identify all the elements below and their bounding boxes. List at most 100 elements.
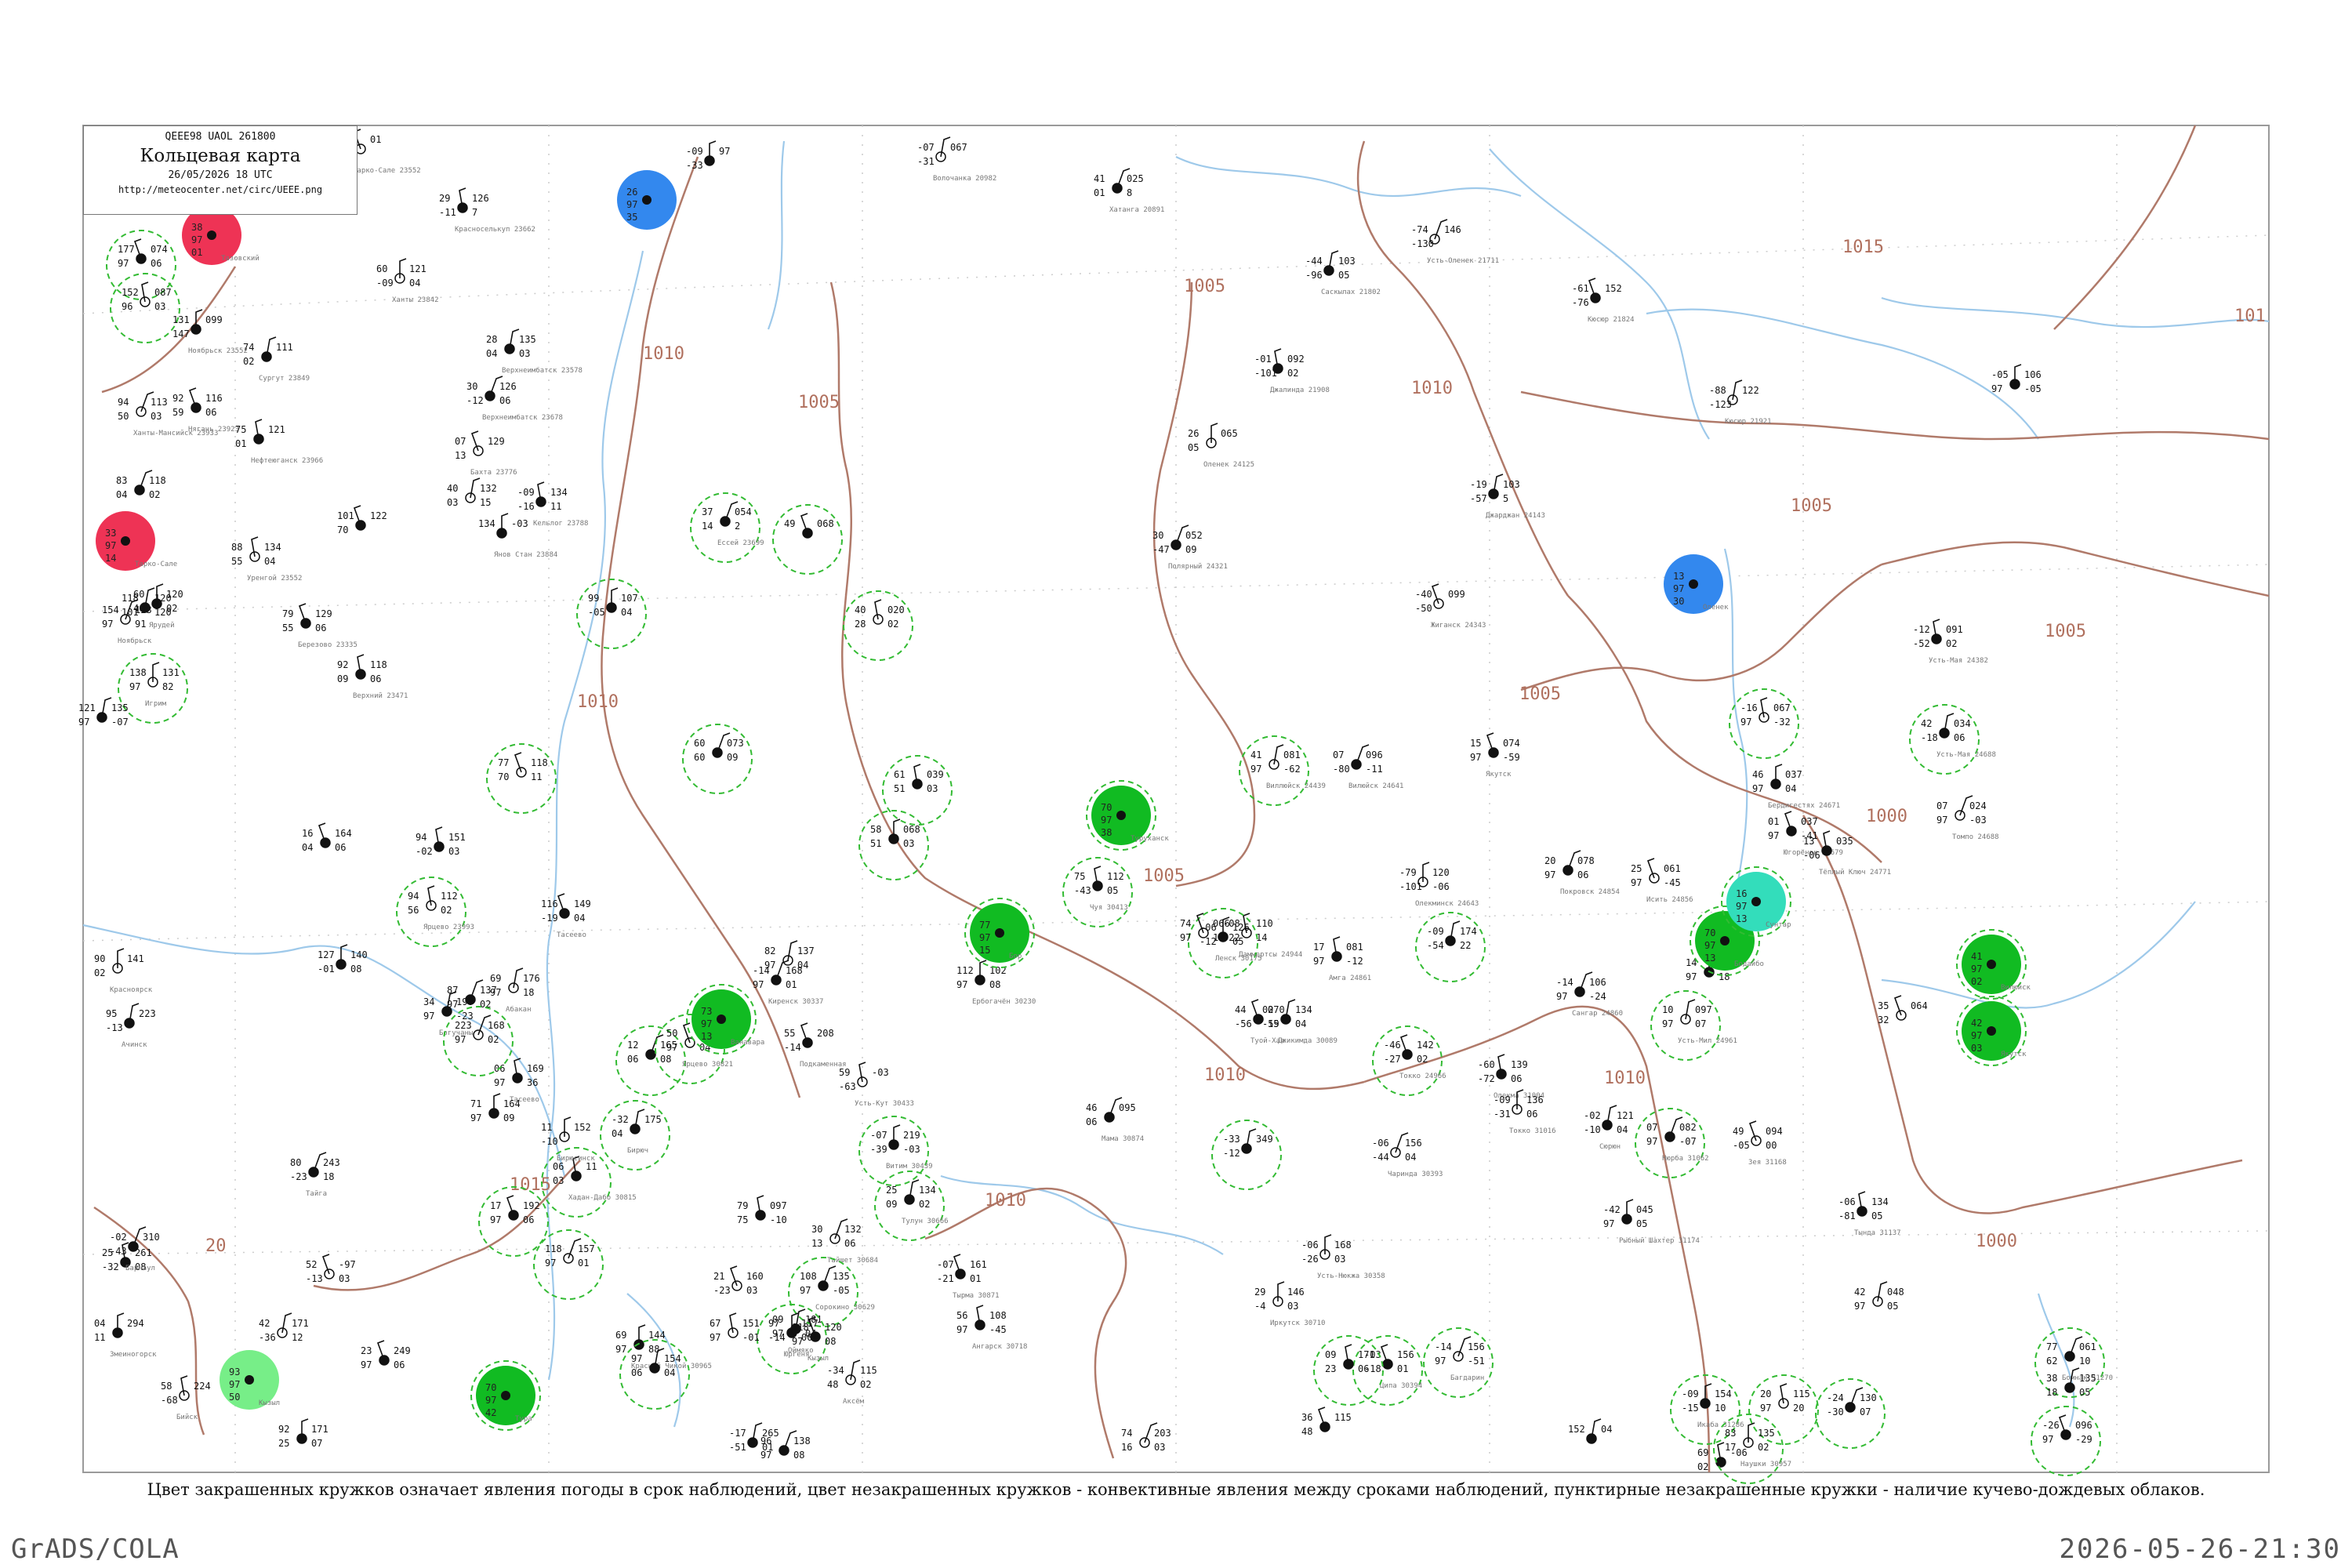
station-value: 97 (1631, 877, 1642, 888)
station-value: 06 (627, 1054, 638, 1065)
station-value: -81 (1838, 1210, 1856, 1221)
station-plot: 37 054 14 2 Ессей 23699 (690, 492, 764, 563)
station-value: 122 (370, 510, 387, 521)
station-value: -29 (2075, 1434, 2092, 1445)
station-value: 35 (626, 212, 637, 223)
station-value: 112 (1107, 871, 1124, 882)
station-value: 127 (318, 949, 335, 960)
station-value: 052 (1185, 530, 1203, 541)
station-value: 08 (350, 964, 361, 975)
station-value: 146 (1444, 224, 1461, 235)
station-value: 144 (648, 1330, 666, 1341)
station-value: 03 (927, 783, 938, 794)
weather-phenomenon-station: 3397 14 Тарко-Сале (96, 511, 177, 571)
station-value: 115 (860, 1365, 877, 1376)
station-name: Нефтеюганск 23966 (251, 457, 323, 465)
station-value: 208 (817, 1028, 834, 1039)
station-value: 198 (456, 996, 474, 1007)
footer-software: GrADS/COLA (11, 1534, 180, 1565)
station-value: 04 (116, 489, 127, 500)
station-value: 02 (441, 905, 452, 916)
station-value: -09 (1427, 926, 1444, 937)
station-plot: 41 025 01 8 Хатанга 20891 (1094, 168, 1164, 214)
station-value: -09 (1682, 1388, 1699, 1399)
station-value: 56 (408, 905, 419, 916)
station-value: 50 (118, 411, 129, 422)
station-value: -12 (1346, 956, 1363, 967)
station-value: 8 (1127, 187, 1132, 198)
station-value: 04 (409, 278, 420, 289)
station-value: 152 (574, 1122, 591, 1133)
station-plot: 07 129 13 Бахта 23776 (455, 430, 517, 477)
station-value: 07 (1646, 1122, 1657, 1133)
station-value: 154 (1715, 1388, 1732, 1399)
isobar-label: 20 (205, 1236, 227, 1256)
station-value: 04 (612, 1128, 622, 1139)
station-value: 020 (887, 604, 905, 615)
map-url[interactable]: http://meteocenter.net/circ/UEEE.png (84, 184, 357, 195)
station-value: 60 (694, 752, 705, 763)
station-plot: 35 064 32 (1878, 995, 1928, 1025)
station-value: 07 (1860, 1406, 1871, 1417)
station-value: -4 (1254, 1301, 1265, 1312)
station-value: 73 (701, 1006, 712, 1017)
station-value: 134 (264, 542, 281, 553)
station-name: Тарко-Сале 23552 (353, 167, 421, 175)
station-value: 37 (702, 506, 713, 517)
station-value: -05 (2024, 383, 2042, 394)
station-value: 135 (519, 334, 536, 345)
station-value: 09 (1325, 1349, 1336, 1360)
station-plot: 49 094 -05 00 Зея 31168 (1733, 1120, 1787, 1167)
station-value: 067 (1773, 702, 1791, 713)
station-value: 074 (151, 244, 168, 255)
station-value: 092 (1287, 354, 1305, 365)
station-value: 97 (1180, 932, 1191, 943)
station-value: -23 (713, 1285, 731, 1296)
station-value: 120 (154, 593, 172, 604)
station-name: Мама 30874 (1102, 1135, 1144, 1143)
station-plot: 75 121 01 Нефтеюганск 23966 (235, 419, 323, 465)
station-value: 77 (498, 757, 509, 768)
station-value: 121 (268, 424, 285, 435)
station-plot: 04 294 11 Змеиногорск (94, 1312, 157, 1359)
station-value: 15 (979, 945, 990, 956)
station-name: Багдарин (1450, 1374, 1484, 1382)
station-value: 107 (621, 593, 638, 604)
station-value: -17 (729, 1428, 746, 1439)
station-value: 97 (956, 1324, 967, 1335)
station-value: 06 (1511, 1073, 1522, 1084)
station-value: 97 (1740, 717, 1751, 728)
station-value: 17 (1313, 942, 1324, 953)
station-value: 97 (485, 1395, 496, 1406)
cloud-cover-icon (121, 536, 130, 546)
station-value: -03 (511, 518, 528, 529)
station-value: 265 (762, 1428, 779, 1439)
station-name: Верхнеимбатск 23578 (502, 366, 583, 375)
station-value: 03 (553, 1175, 564, 1186)
station-name: Рыбный Шахтер 31174 (1619, 1236, 1700, 1245)
station-value: 7 (472, 207, 477, 218)
station-plot: 121 135 97 -07 (78, 697, 129, 728)
station-value: 106 (2024, 369, 2042, 380)
station-value: 061 (2079, 1341, 2096, 1352)
station-plot: -02 121 -10 04 Сюрюн (1584, 1105, 1634, 1151)
station-value: 29 (1254, 1287, 1265, 1298)
station-value: 40 (447, 483, 458, 494)
weather-phenomenon-station: 41 9702 Вилюйск (1956, 929, 2031, 1000)
station-value: -12 (1913, 624, 1930, 635)
station-value: -46 (1384, 1040, 1401, 1051)
station-name: Усть-Кут 30433 (855, 1100, 914, 1108)
station-value: 156 (1405, 1138, 1422, 1149)
station-value: 97 (631, 1353, 642, 1364)
station-value: -54 (1427, 940, 1444, 951)
station-value: 147 (172, 328, 190, 339)
station-value: 10 (1662, 1004, 1673, 1015)
isobar-label: 1010 (1604, 1069, 1646, 1088)
station-value: 142 (1417, 1040, 1434, 1051)
station-value: 02 (1971, 976, 1982, 987)
station-value: 74 (1180, 918, 1191, 929)
station-name: Бирюч (627, 1147, 648, 1155)
station-value: 168 (1334, 1240, 1352, 1250)
station-value: -21 (937, 1273, 954, 1284)
station-value: 203 (1154, 1428, 1171, 1439)
